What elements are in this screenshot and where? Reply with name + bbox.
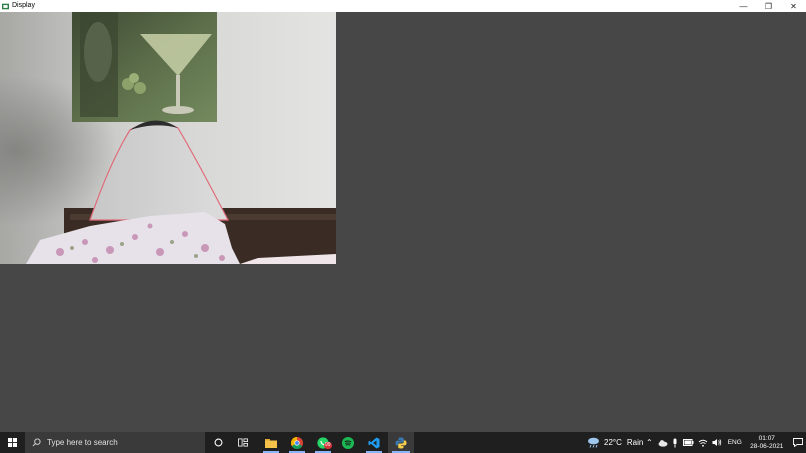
minimize-button[interactable]: — <box>731 0 756 12</box>
spotify-icon <box>342 436 354 449</box>
python-app-button[interactable] <box>388 432 414 453</box>
chrome-icon <box>291 436 303 449</box>
onedrive-icon[interactable] <box>658 439 668 447</box>
window-title: Display <box>12 2 35 9</box>
microphone-icon[interactable] <box>672 438 678 448</box>
chrome-button[interactable] <box>285 432 309 453</box>
notification-icon <box>792 438 803 447</box>
whatsapp-badge: 99 <box>324 442 332 449</box>
battery-icon[interactable] <box>682 439 694 446</box>
wifi-icon[interactable] <box>698 439 708 447</box>
title-bar: Display — ❐ ✕ <box>0 0 806 12</box>
show-hidden-icons-icon[interactable]: ⌃ <box>646 438 653 447</box>
app-icon <box>2 3 9 9</box>
file-explorer-button[interactable] <box>259 432 283 453</box>
system-tray: ⌃ ENG 01:07 28-06-2021 <box>646 432 806 453</box>
task-view-button[interactable] <box>232 432 254 453</box>
cortana-button[interactable] <box>207 432 229 453</box>
close-button[interactable]: ✕ <box>781 0 806 12</box>
taskbar: Type here to search 99 22°C Rain ⌃ ENG 0… <box>0 432 806 453</box>
task-view-icon <box>238 438 248 447</box>
whatsapp-button[interactable]: 99 <box>311 432 335 453</box>
weather-widget[interactable]: 22°C Rain <box>587 432 643 453</box>
clock-date: 28-06-2021 <box>750 442 784 450</box>
camera-frame <box>0 12 336 264</box>
folder-icon <box>265 438 277 448</box>
vscode-icon <box>368 437 380 448</box>
minimize-icon: — <box>739 1 748 11</box>
vscode-button[interactable] <box>362 432 386 453</box>
volume-icon[interactable] <box>712 438 722 447</box>
close-icon: ✕ <box>790 1 797 11</box>
restore-icon: ❐ <box>764 1 773 11</box>
weather-desc: Rain <box>626 438 644 447</box>
windows-icon <box>8 438 17 447</box>
start-button[interactable] <box>0 432 25 453</box>
python-icon <box>395 437 407 448</box>
display-area <box>0 12 806 432</box>
language-indicator[interactable]: ENG <box>728 439 742 446</box>
taskbar-search-box[interactable]: Type here to search <box>25 432 205 453</box>
spotify-button[interactable] <box>336 432 360 453</box>
restore-button[interactable]: ❐ <box>756 0 781 12</box>
search-icon <box>32 438 41 447</box>
search-placeholder: Type here to search <box>47 438 118 447</box>
clock[interactable]: 01:07 28-06-2021 <box>750 435 784 451</box>
rain-cloud-icon <box>588 437 599 448</box>
clock-time: 01:07 <box>758 434 775 442</box>
notification-center-button[interactable] <box>787 438 806 447</box>
weather-temp: 22°C <box>604 438 622 447</box>
cortana-icon <box>214 438 222 447</box>
